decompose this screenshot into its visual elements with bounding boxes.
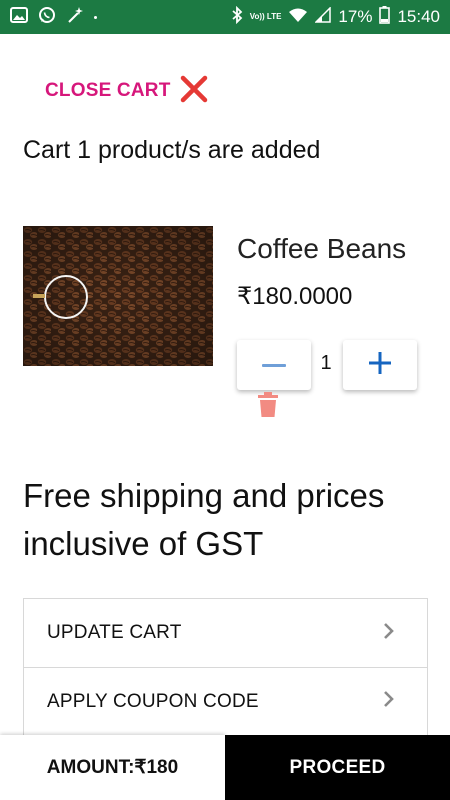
product-image xyxy=(23,226,213,366)
decrement-quantity-button[interactable] xyxy=(237,340,311,390)
checkout-bar: AMOUNT:₹180 PROCEED xyxy=(0,735,450,800)
battery-percent: 17% xyxy=(338,7,373,26)
network-label: Vo)) LTE xyxy=(249,12,282,21)
update-cart-option[interactable]: UPDATE CART xyxy=(24,599,427,667)
minus-icon xyxy=(261,356,287,374)
chevron-right-icon xyxy=(383,690,395,713)
wifi-icon xyxy=(288,7,308,28)
shipping-note: Free shipping and prices inclusive of GS… xyxy=(23,477,385,562)
trash-icon xyxy=(256,392,280,422)
cart-status-text: Cart 1 product/s are added xyxy=(23,136,321,164)
status-bar-notifications xyxy=(10,6,97,29)
plus-icon xyxy=(369,351,391,379)
product-price: ₹180.0000 xyxy=(237,283,353,310)
proceed-button[interactable]: PROCEED xyxy=(225,735,450,800)
image-icon xyxy=(10,6,28,28)
apply-coupon-option[interactable]: APPLY COUPON CODE xyxy=(24,667,427,735)
clock: 15:40 xyxy=(397,7,440,26)
bluetooth-icon xyxy=(231,5,243,29)
close-cart-label: CLOSE CART xyxy=(45,80,171,101)
increment-quantity-button[interactable] xyxy=(343,340,417,390)
status-bar: Vo)) LTE 17% 15:40 xyxy=(0,0,450,34)
signal-icon xyxy=(314,5,332,28)
product-name: Coffee Beans xyxy=(237,233,407,264)
notification-dot xyxy=(94,15,97,19)
apply-coupon-label: APPLY COUPON CODE xyxy=(47,690,259,712)
close-cart-button[interactable]: CLOSE CART xyxy=(45,74,209,109)
quantity-value: 1 xyxy=(320,352,332,374)
close-icon xyxy=(179,74,209,109)
status-bar-system: Vo)) LTE 17% 15:40 xyxy=(231,5,440,29)
whatsapp-icon xyxy=(38,6,56,29)
amount-label: AMOUNT:₹180 xyxy=(46,757,179,778)
amount-summary: AMOUNT:₹180 xyxy=(0,735,225,800)
cart-options-list: UPDATE CART APPLY COUPON CODE xyxy=(23,598,428,736)
chevron-right-icon xyxy=(383,622,395,645)
proceed-label: PROCEED xyxy=(289,756,386,778)
update-cart-label: UPDATE CART xyxy=(47,622,182,643)
magic-wand-icon xyxy=(66,6,84,29)
battery-icon xyxy=(379,5,391,29)
delete-item-button[interactable] xyxy=(256,392,280,418)
